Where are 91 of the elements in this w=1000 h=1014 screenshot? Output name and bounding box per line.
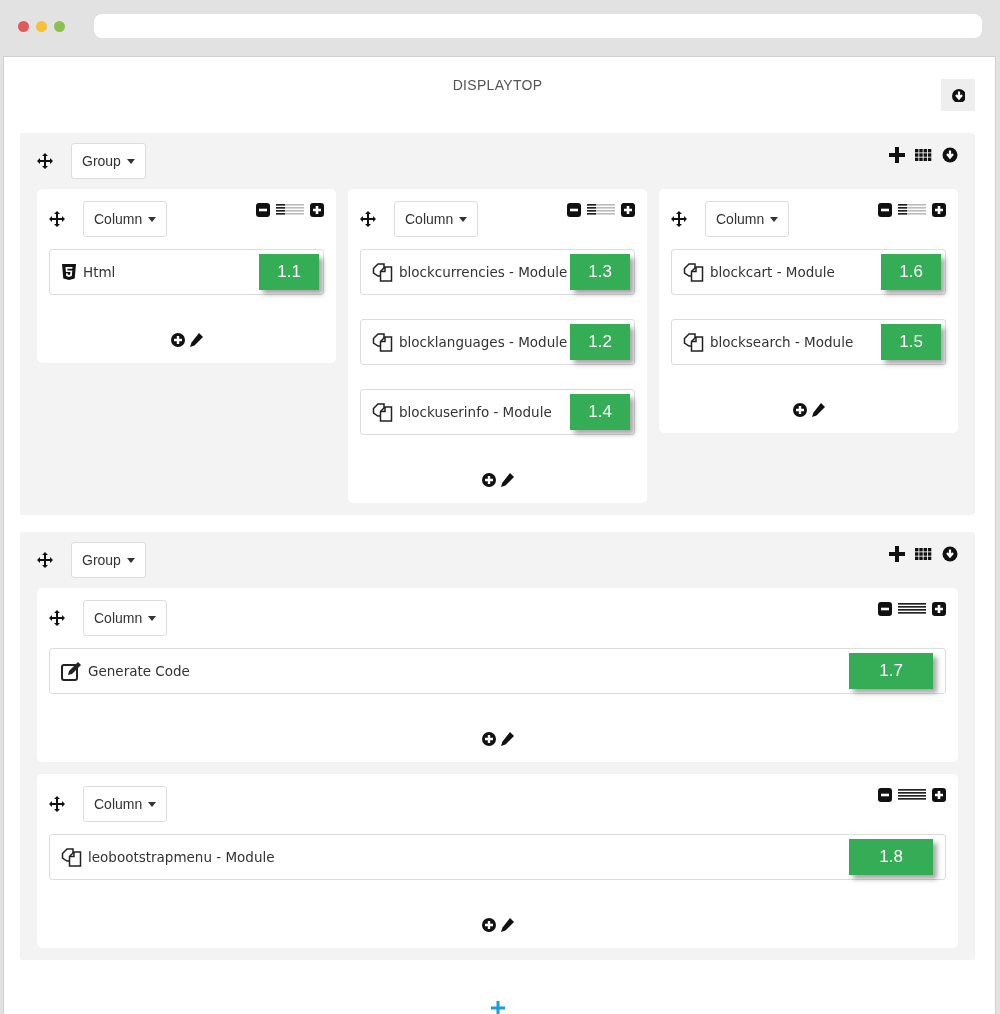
- copy-icon: [372, 401, 393, 423]
- add-icon[interactable]: [792, 403, 807, 417]
- position-badge: 1.3: [570, 254, 630, 290]
- position-badge: 1.5: [881, 324, 941, 360]
- column-dropdown[interactable]: Column: [83, 201, 168, 237]
- item-label: blockcart - Module: [710, 264, 835, 280]
- column-dropdown[interactable]: Column: [394, 201, 479, 237]
- move-icon[interactable]: [671, 211, 687, 227]
- copy-icon: [683, 331, 704, 353]
- column-dropdown[interactable]: Column: [705, 201, 790, 237]
- position-badge: 1.6: [881, 254, 941, 290]
- item-label: Html: [83, 264, 116, 280]
- module-item[interactable]: blocklanguages - Module 1.2: [360, 319, 635, 365]
- section-title: DISPLAYTOP: [451, 76, 544, 93]
- edit-icon: [61, 660, 82, 682]
- item-label: Generate Code: [88, 663, 190, 679]
- move-icon[interactable]: [49, 211, 65, 227]
- module-item[interactable]: Html 1.1: [49, 249, 324, 295]
- minus-icon[interactable]: [878, 788, 892, 802]
- pencil-icon[interactable]: [810, 403, 825, 417]
- module-item[interactable]: blockcart - Module 1.6: [671, 249, 946, 295]
- pencil-icon[interactable]: [499, 732, 514, 746]
- pencil-icon[interactable]: [499, 473, 514, 487]
- minus-icon[interactable]: [878, 602, 892, 616]
- copy-icon: [372, 261, 393, 283]
- width-meter-icon[interactable]: [898, 789, 926, 801]
- download-button[interactable]: [941, 79, 975, 111]
- plus-icon[interactable]: [932, 788, 946, 802]
- grid-icon[interactable]: [915, 148, 932, 162]
- width-meter-icon[interactable]: [898, 603, 926, 615]
- plus-icon[interactable]: [621, 203, 635, 217]
- module-item[interactable]: Generate Code 1.7: [49, 648, 946, 694]
- pencil-icon[interactable]: [499, 918, 514, 932]
- html5-icon: [61, 264, 77, 280]
- add-icon[interactable]: [481, 473, 496, 487]
- caret-icon: [770, 216, 779, 222]
- width-meter-icon[interactable]: [276, 204, 304, 216]
- maximize-dot[interactable]: [54, 20, 65, 32]
- add-group-icon[interactable]: [490, 1001, 505, 1014]
- caret-icon: [459, 216, 468, 222]
- module-item[interactable]: leobootstrapmenu - Module 1.8: [49, 834, 946, 880]
- close-dot[interactable]: [18, 20, 29, 32]
- module-item[interactable]: blockcurrencies - Module 1.3: [360, 249, 635, 295]
- plus-icon[interactable]: [310, 203, 324, 217]
- download-icon[interactable]: [942, 147, 958, 163]
- download-icon[interactable]: [942, 546, 958, 562]
- caret-icon: [126, 158, 135, 164]
- group-dropdown[interactable]: Group: [71, 143, 146, 179]
- width-meter-icon[interactable]: [587, 204, 615, 216]
- copy-icon: [372, 331, 393, 353]
- caret-icon: [148, 615, 157, 621]
- minimize-dot[interactable]: [36, 20, 47, 32]
- position-badge: 1.2: [570, 324, 630, 360]
- caret-icon: [126, 557, 135, 563]
- module-item[interactable]: blocksearch - Module 1.5: [671, 319, 946, 365]
- minus-icon[interactable]: [256, 203, 270, 217]
- copy-icon: [61, 846, 82, 868]
- position-badge: 1.8: [849, 839, 933, 875]
- move-icon[interactable]: [49, 610, 65, 626]
- minus-icon[interactable]: [878, 203, 892, 217]
- width-meter-icon[interactable]: [898, 204, 926, 216]
- module-item[interactable]: blockuserinfo - Module 1.4: [360, 389, 635, 435]
- column-dropdown[interactable]: Column: [83, 786, 168, 822]
- add-icon[interactable]: [481, 918, 496, 932]
- column-dropdown[interactable]: Column: [83, 600, 168, 636]
- minus-icon[interactable]: [567, 203, 581, 217]
- position-badge: 1.1: [259, 254, 319, 290]
- position-badge: 1.4: [570, 394, 630, 430]
- move-icon[interactable]: [49, 796, 65, 812]
- grid-icon[interactable]: [915, 547, 932, 561]
- item-label: leobootstrapmenu - Module: [88, 849, 275, 865]
- copy-icon: [683, 261, 704, 283]
- item-label: blocksearch - Module: [710, 334, 854, 350]
- plus-icon[interactable]: [932, 602, 946, 616]
- plus-icon[interactable]: [932, 203, 946, 217]
- pencil-icon[interactable]: [188, 333, 203, 347]
- add-icon[interactable]: [889, 147, 905, 163]
- add-icon[interactable]: [889, 546, 905, 562]
- add-icon[interactable]: [481, 732, 496, 746]
- item-label: blockcurrencies - Module: [399, 264, 568, 280]
- move-icon[interactable]: [37, 552, 53, 568]
- move-icon[interactable]: [37, 153, 53, 169]
- position-badge: 1.7: [849, 653, 933, 689]
- caret-icon: [148, 216, 157, 222]
- move-icon[interactable]: [360, 211, 376, 227]
- item-label: blocklanguages - Module: [399, 334, 568, 350]
- item-label: blockuserinfo - Module: [399, 404, 552, 420]
- group-dropdown[interactable]: Group: [71, 542, 146, 578]
- add-icon[interactable]: [170, 333, 185, 347]
- caret-icon: [148, 801, 157, 807]
- download-icon: [951, 88, 965, 102]
